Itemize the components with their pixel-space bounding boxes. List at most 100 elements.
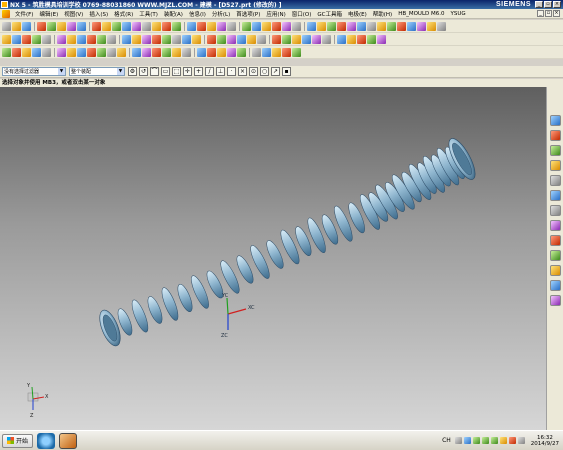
clone-assembly-icon[interactable] — [182, 47, 191, 57]
menu-electrode[interactable]: 电极(E) — [345, 10, 370, 18]
volume-icon[interactable] — [517, 437, 525, 444]
filter-icon[interactable]: ⚙ — [128, 67, 137, 76]
datum-csys-icon[interactable] — [32, 34, 41, 44]
history-tab-icon[interactable] — [549, 205, 561, 216]
intersection-snap-icon[interactable]: × — [238, 67, 247, 76]
undo-icon[interactable] — [37, 21, 46, 31]
taskbar-app-nx[interactable] — [59, 432, 78, 449]
menu-application[interactable]: 应用(N) — [263, 10, 288, 18]
pad-icon[interactable] — [152, 21, 161, 31]
patch-icon[interactable] — [182, 34, 191, 44]
chamfer-icon[interactable] — [252, 21, 261, 31]
system-scene-tab-icon[interactable] — [549, 280, 561, 291]
line-icon[interactable] — [57, 34, 66, 44]
input-language-indicator[interactable]: CH — [442, 437, 451, 444]
antivirus-icon[interactable] — [508, 437, 516, 444]
doc-minimize-button[interactable]: _ — [537, 10, 544, 17]
trim-body-icon[interactable] — [217, 21, 226, 31]
doc-close-button[interactable]: × — [553, 10, 560, 17]
point-on-curve-snap-icon[interactable]: ↗ — [271, 67, 280, 76]
graphics-window[interactable]: XC YC ZC X Y Z — [0, 87, 546, 430]
roles-tab-icon[interactable] — [549, 265, 561, 276]
through-curves-icon[interactable] — [122, 34, 131, 44]
show-icon[interactable] — [357, 34, 366, 44]
intersection-curve-icon[interactable] — [87, 47, 96, 57]
extrude-icon[interactable] — [92, 21, 101, 31]
helix-icon[interactable] — [97, 34, 106, 44]
hd3d-tools-tab-icon[interactable] — [549, 175, 561, 186]
edit-object-display-icon[interactable] — [367, 34, 376, 44]
render-style-icon[interactable] — [262, 47, 271, 57]
object-info-icon[interactable] — [322, 34, 331, 44]
end-point-snap-icon[interactable]: / — [205, 67, 214, 76]
menu-insert[interactable]: 插入(S) — [86, 10, 111, 18]
part-navigator-tab-icon[interactable] — [549, 145, 561, 156]
circle-icon[interactable] — [77, 34, 86, 44]
open-file-icon[interactable] — [12, 21, 21, 31]
resize-blend-icon[interactable] — [247, 34, 256, 44]
groove-icon[interactable] — [172, 21, 181, 31]
view-cube-icon[interactable] — [252, 47, 261, 57]
layer-settings-icon[interactable] — [337, 34, 346, 44]
intersect-icon[interactable] — [207, 21, 216, 31]
wcs-icon[interactable] — [377, 34, 386, 44]
notification-icon[interactable] — [499, 437, 507, 444]
shell-icon[interactable] — [262, 21, 271, 31]
swept-icon[interactable] — [142, 34, 151, 44]
face-rule-icon[interactable]: ▭ — [161, 67, 170, 76]
gc-toolkit-icon[interactable] — [292, 34, 301, 44]
point-on-face-snap-icon[interactable]: ▪ — [282, 67, 291, 76]
end-point-icon[interactable] — [207, 47, 216, 57]
doc-restore-button[interactable]: ▫ — [545, 10, 552, 17]
offset-face-icon[interactable] — [282, 21, 291, 31]
center-point-icon[interactable] — [227, 47, 236, 57]
save-icon[interactable] — [22, 21, 31, 31]
measure-distance-icon[interactable] — [302, 34, 311, 44]
back-view-icon[interactable] — [437, 21, 446, 31]
camera-icon[interactable] — [282, 47, 291, 57]
scale-body-icon[interactable] — [292, 21, 301, 31]
synchronous-modeling-icon[interactable] — [2, 47, 11, 57]
menu-format[interactable]: 格式(R) — [111, 10, 136, 18]
start-button[interactable]: 开始 — [2, 433, 34, 448]
assembly-navigator-icon[interactable] — [132, 47, 141, 57]
redo-icon[interactable] — [47, 21, 56, 31]
paste-icon[interactable] — [77, 21, 86, 31]
edge-blend-icon[interactable] — [242, 21, 251, 31]
front-view-icon[interactable] — [397, 21, 406, 31]
restore-button[interactable]: ▫ — [544, 1, 552, 8]
subtract-icon[interactable] — [197, 21, 206, 31]
transform-icon[interactable] — [22, 47, 31, 57]
sync-icon[interactable] — [490, 437, 498, 444]
shaded-icon[interactable] — [347, 21, 356, 31]
electrode-icon[interactable] — [282, 34, 291, 44]
bounded-plane-icon[interactable] — [162, 34, 171, 44]
extract-icon[interactable] — [57, 47, 66, 57]
bridge-curve-icon[interactable] — [117, 47, 126, 57]
sweep-icon[interactable] — [112, 21, 121, 31]
datum-axis-icon[interactable] — [22, 34, 31, 44]
unite-icon[interactable] — [187, 21, 196, 31]
split-body-icon[interactable] — [227, 21, 236, 31]
web-browser-tab-icon[interactable] — [549, 190, 561, 201]
mid-point-snap-icon[interactable]: ⊥ — [216, 67, 225, 76]
delete-face-icon[interactable] — [217, 34, 226, 44]
menu-analysis[interactable]: 分析(L) — [209, 10, 233, 18]
measure-angle-icon[interactable] — [312, 34, 321, 44]
left-view-icon[interactable] — [417, 21, 426, 31]
offset-curve-icon[interactable] — [107, 47, 116, 57]
menu-information[interactable]: 信息(I) — [186, 10, 209, 18]
sew-icon[interactable] — [172, 34, 181, 44]
replace-face-icon[interactable] — [207, 34, 216, 44]
selection-scope-dropdown[interactable]: 整个装配 ▼ — [69, 67, 125, 76]
mid-point-icon[interactable] — [217, 47, 226, 57]
wave-link-icon[interactable] — [67, 47, 76, 57]
through-curve-mesh-icon[interactable] — [132, 34, 141, 44]
menu-help[interactable]: 帮助(H) — [370, 10, 395, 18]
slot-icon[interactable] — [162, 21, 171, 31]
point-icon[interactable] — [42, 34, 51, 44]
existing-point-icon[interactable]: + — [194, 67, 203, 76]
menu-edit[interactable]: 编辑(E) — [36, 10, 61, 18]
zoom-icon[interactable] — [317, 21, 326, 31]
minimize-button[interactable]: _ — [535, 1, 543, 8]
